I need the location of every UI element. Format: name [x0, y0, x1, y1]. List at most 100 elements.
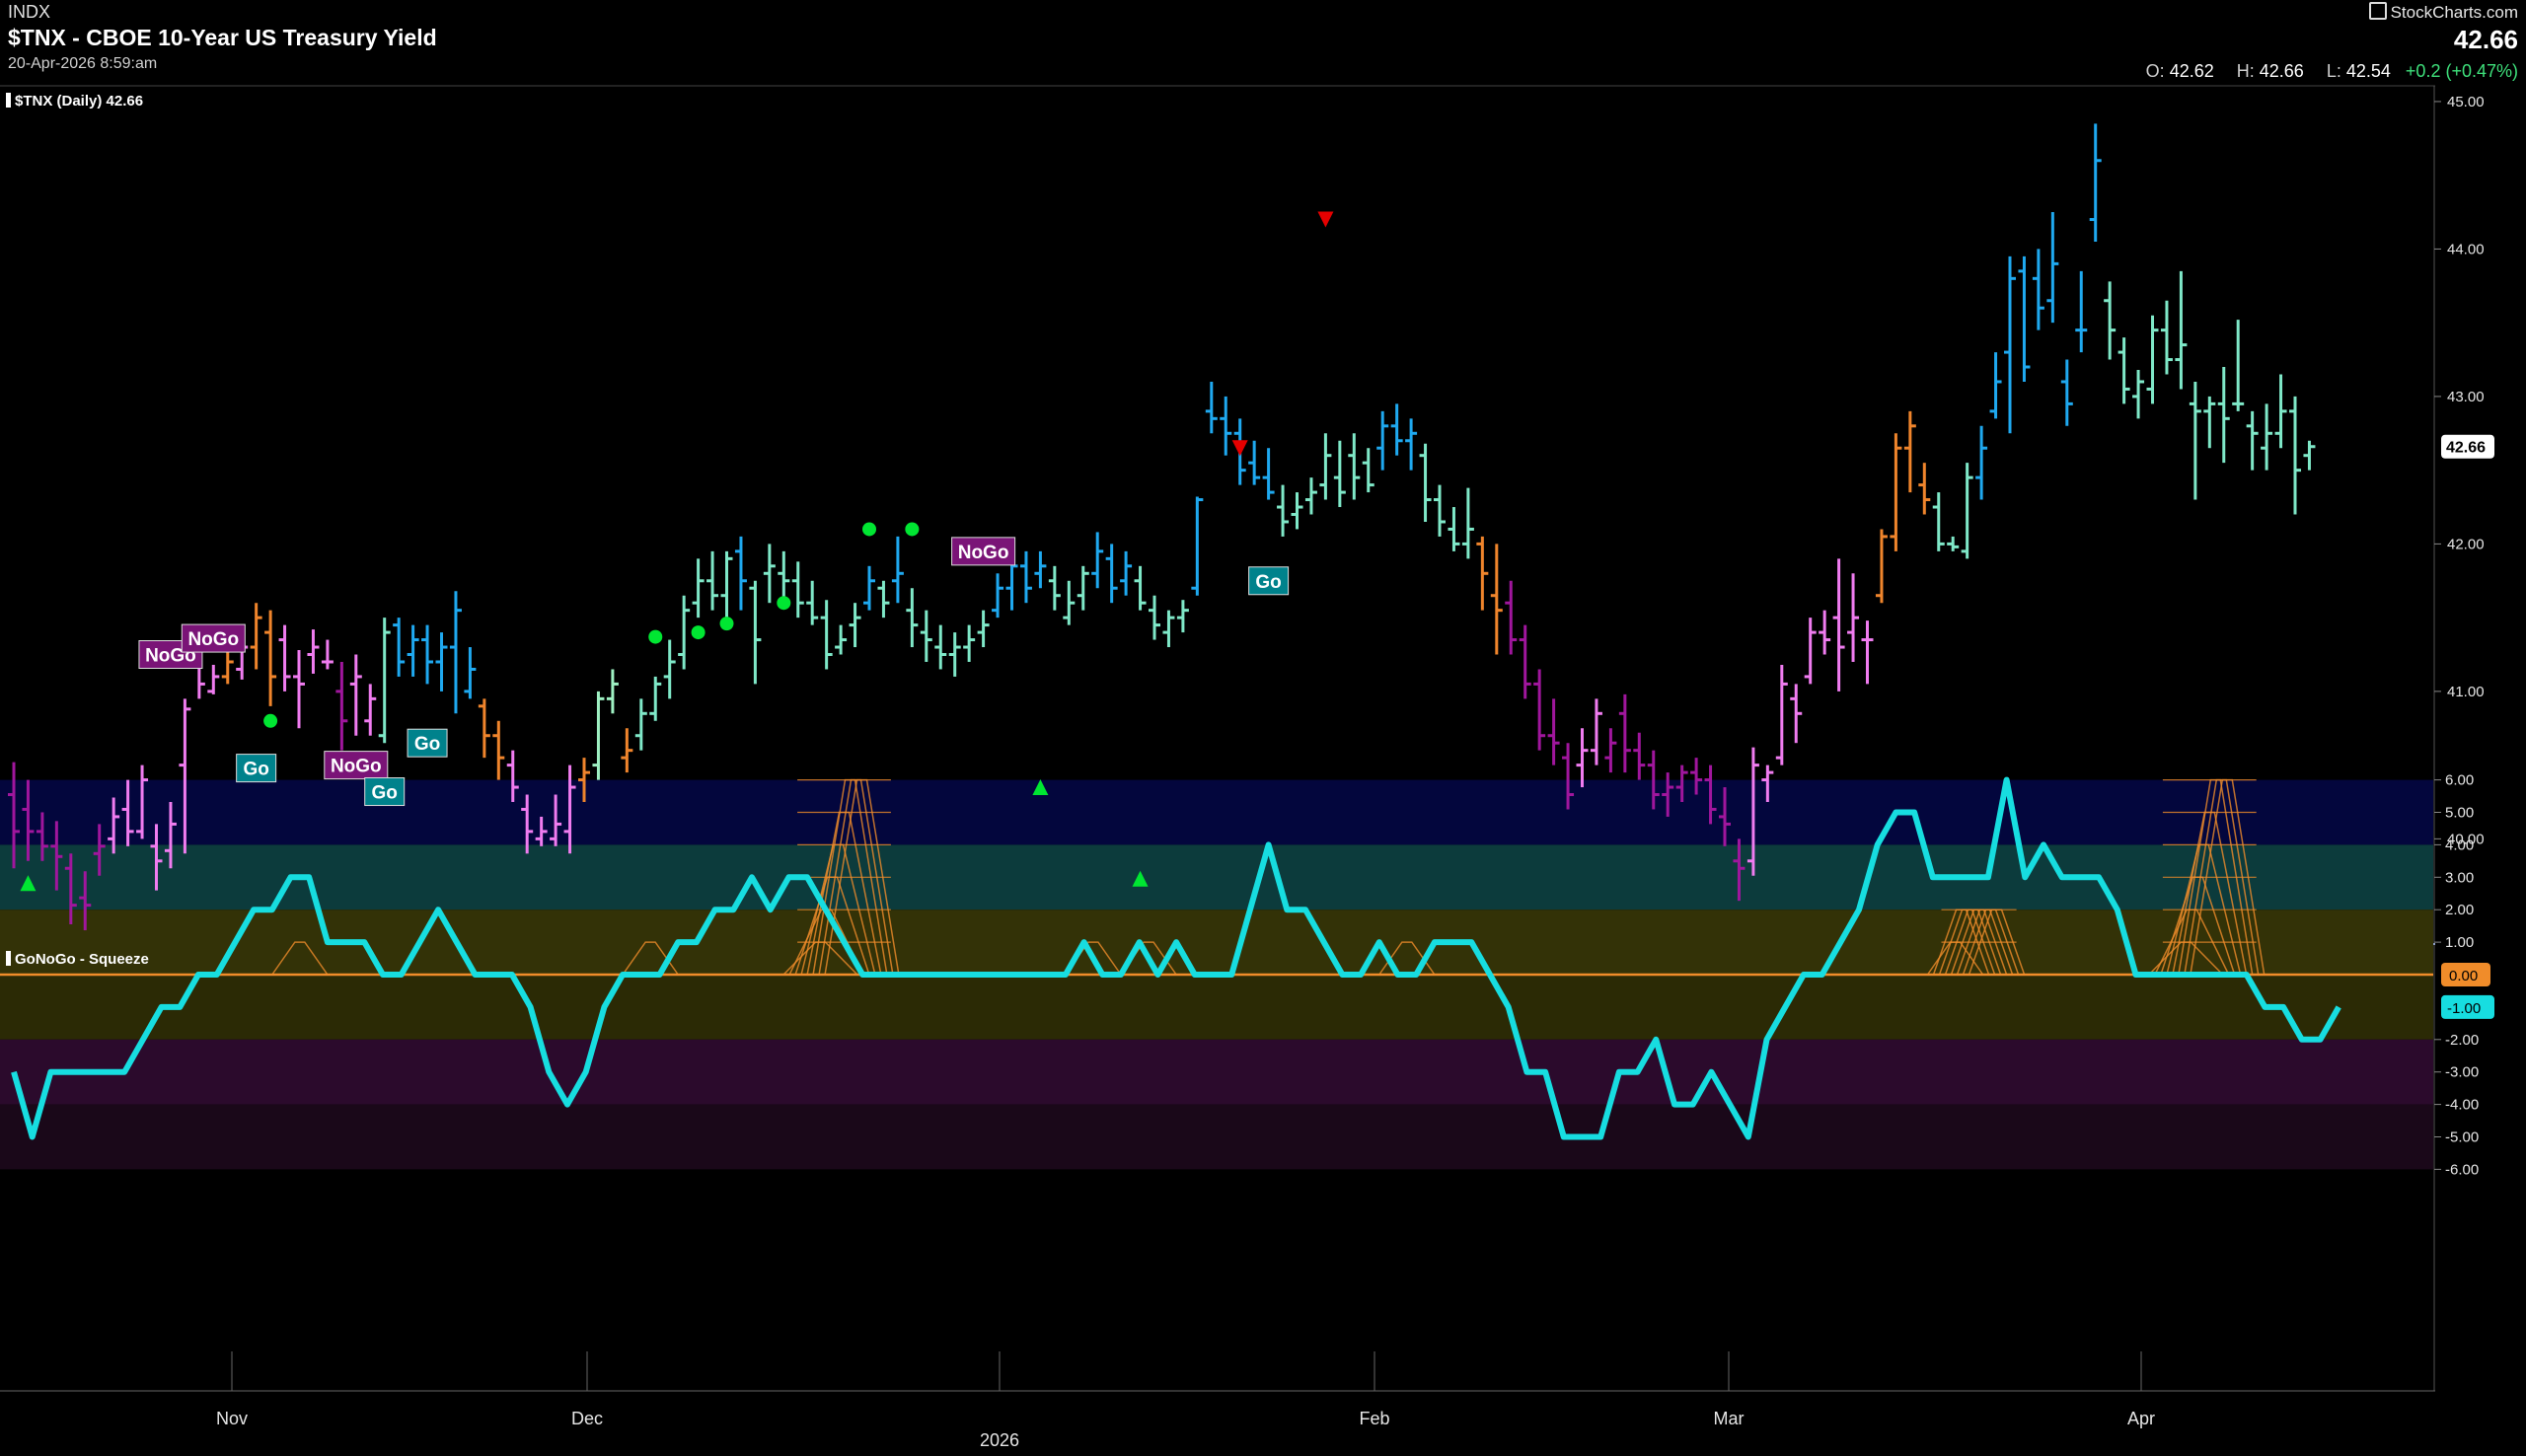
x-tick-label: Dec — [571, 1409, 603, 1428]
price-bar — [1775, 664, 1788, 765]
price-bar — [806, 580, 819, 625]
price-bar — [1319, 433, 1332, 500]
price-bar — [1434, 484, 1446, 537]
price-bar — [2104, 281, 2117, 360]
price-legend: $TNX (Daily) 42.66 — [6, 93, 143, 109]
price-bar — [849, 603, 861, 648]
go-dot — [648, 629, 663, 644]
price-bar — [1134, 565, 1147, 611]
price-bar — [1034, 550, 1047, 589]
zone-nogo — [0, 1039, 2433, 1105]
label-text: Go — [414, 734, 440, 755]
go-dot — [263, 713, 278, 728]
price-bar — [1220, 396, 1232, 456]
price-bar — [1790, 684, 1803, 744]
y-tick-label: 42.00 — [2447, 536, 2485, 552]
price-bar — [621, 728, 633, 773]
price-bar — [349, 654, 362, 736]
price-bar — [891, 536, 904, 604]
price-bar — [706, 550, 719, 611]
price-bar — [835, 624, 848, 655]
price-bar — [863, 565, 875, 611]
price-bar — [2089, 123, 2102, 242]
price-bar — [1890, 433, 1902, 551]
y-tick-label: 44.00 — [2447, 241, 2485, 257]
price-bar — [1405, 418, 1418, 471]
osc-tick-label: 4.00 — [2445, 837, 2474, 853]
label-text: Go — [372, 783, 398, 804]
go-label: Go — [364, 777, 406, 807]
price-bar — [464, 647, 477, 699]
osc-tick-label: -2.00 — [2445, 1032, 2479, 1049]
price-bar — [906, 588, 919, 648]
label-text: Go — [243, 760, 268, 780]
price-bar — [763, 544, 776, 604]
price-bar — [791, 561, 804, 619]
price-bar — [207, 664, 220, 694]
price-bar — [307, 629, 320, 674]
nogo-label: NoGo — [951, 537, 1016, 566]
price-bar — [2303, 440, 2316, 471]
price-bar — [2117, 337, 2130, 404]
price-bar — [1618, 693, 1631, 773]
price-bar — [1961, 463, 1973, 559]
label-text: NoGo — [187, 629, 239, 650]
price-bar — [1291, 492, 1303, 530]
price-bar — [1176, 600, 1189, 633]
go-dot — [777, 596, 791, 611]
price-bar — [1162, 610, 1175, 648]
price-bar — [977, 610, 990, 648]
price-bar — [2032, 249, 2044, 330]
price-bar — [663, 639, 676, 699]
price-bar — [963, 624, 976, 662]
price-bar — [2246, 410, 2259, 471]
price-bar — [877, 580, 890, 619]
price-bar — [1277, 484, 1290, 537]
osc-tick-label: -4.00 — [2445, 1097, 2479, 1114]
x-tick-label: Feb — [1359, 1409, 1389, 1428]
x-tick-label: Mar — [1714, 1409, 1745, 1428]
price-chart[interactable]: 45.0044.0043.0042.0041.0040.0042.666.005… — [0, 0, 2526, 1456]
down-triangle — [1231, 440, 1248, 457]
price-bar — [1348, 433, 1361, 500]
price-bar — [2217, 367, 2230, 464]
go-dot — [691, 625, 706, 640]
price-bar — [948, 632, 961, 677]
price-bar — [1832, 558, 1845, 692]
price-bar — [1304, 477, 1317, 515]
price-bar — [1576, 728, 1589, 788]
price-bar — [606, 669, 619, 714]
price-bar — [2018, 255, 2031, 382]
osc-tick-label: -6.00 — [2445, 1161, 2479, 1178]
price-bar — [1063, 580, 1076, 625]
go-label: Go — [236, 754, 277, 783]
price-bar — [393, 618, 406, 677]
price-bar — [1505, 580, 1518, 655]
price-bar — [678, 595, 691, 670]
price-bar — [1262, 448, 1275, 500]
osc-tick-label: 5.00 — [2445, 805, 2474, 822]
price-bar — [634, 698, 647, 751]
legend-swatch — [6, 93, 11, 108]
price-bar — [1248, 440, 1261, 485]
price-bar — [1533, 669, 1546, 751]
price-bar — [2146, 315, 2159, 404]
zone-strong-nogo — [0, 1104, 2433, 1170]
price-bar — [1419, 443, 1432, 522]
price-bar — [2289, 396, 2301, 515]
price-bar — [2132, 370, 2145, 419]
price-bar — [1390, 403, 1403, 456]
price-bar — [1547, 698, 1560, 765]
price-bar — [1918, 463, 1931, 515]
osc-tick-label: 3.00 — [2445, 869, 2474, 886]
legend-swatch — [6, 951, 11, 966]
price-bar — [2274, 374, 2287, 449]
price-bar — [592, 691, 605, 780]
price-bar — [264, 610, 277, 706]
last-price-label: 42.66 — [2446, 440, 2486, 457]
y-tick-label: 43.00 — [2447, 389, 2485, 405]
price-bar — [1191, 496, 1204, 596]
price-bar — [2075, 270, 2088, 353]
y-tick-label: 45.00 — [2447, 94, 2485, 110]
down-triangle — [1317, 211, 1334, 228]
